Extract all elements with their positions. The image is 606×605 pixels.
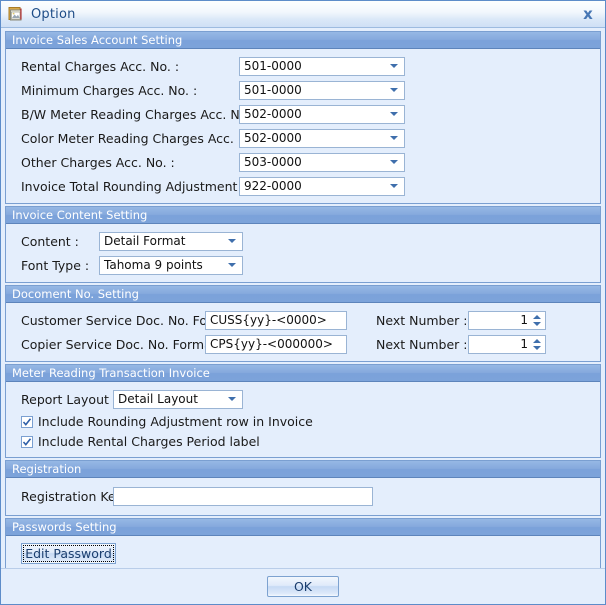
row-copier-service-doc-format: Copier Service Doc. No. Format : CPS{yy}… bbox=[6, 333, 600, 355]
edit-password-button[interactable]: Edit Password bbox=[21, 543, 116, 564]
group-passwords: Passwords Setting Edit Password bbox=[5, 518, 601, 568]
chevron-down-icon bbox=[228, 397, 236, 401]
combo-value-rental-charges-acc: 501-0000 bbox=[244, 59, 302, 73]
label-color-meter-charges-acc: Color Meter Reading Charges Acc. No. : bbox=[21, 130, 267, 146]
group-document-no: Docoment No. Setting Customer Service Do… bbox=[5, 285, 601, 362]
group-header-meter-reading: Meter Reading Transaction Invoice bbox=[6, 365, 600, 382]
stepper-up-icon[interactable] bbox=[533, 314, 541, 319]
dialog-footer: OK bbox=[1, 568, 605, 604]
label-report-layout: Report Layout : bbox=[21, 391, 118, 407]
combo-value-other-charges-acc: 503-0000 bbox=[244, 155, 302, 169]
value-customer-service-doc-format: CUSS{yy}-<0000> bbox=[210, 313, 327, 327]
dialog-content: Invoice Sales Account Setting Rental Cha… bbox=[1, 28, 605, 568]
combo-value-color-meter-charges-acc: 502-0000 bbox=[244, 131, 302, 145]
label-customer-service-doc-format: Customer Service Doc. No. Format : bbox=[21, 312, 245, 328]
group-header-document-no: Docoment No. Setting bbox=[6, 286, 600, 303]
label-copier-service-doc-format: Copier Service Doc. No. Format : bbox=[21, 336, 225, 352]
window-title: Option bbox=[31, 6, 76, 22]
group-header-invoice-sales-account: Invoice Sales Account Setting bbox=[6, 32, 600, 49]
option-document-icon bbox=[7, 6, 24, 23]
row-report-layout: Report Layout : Detail Layout bbox=[6, 388, 600, 410]
chevron-down-icon bbox=[390, 64, 398, 68]
group-body-invoice-sales-account: Rental Charges Acc. No. : 501-0000 Minim… bbox=[6, 49, 600, 203]
row-registration-key: Registration Key : bbox=[6, 485, 600, 507]
combo-value-minimum-charges-acc: 501-0000 bbox=[244, 83, 302, 97]
label-bw-meter-charges-acc: B/W Meter Reading Charges Acc. No. : bbox=[21, 106, 260, 122]
chevron-down-icon bbox=[390, 160, 398, 164]
combo-font-type[interactable]: Tahoma 9 points bbox=[99, 255, 243, 275]
chevron-down-icon bbox=[390, 184, 398, 188]
row-other-charges-acc: Other Charges Acc. No. : 503-0000 bbox=[6, 151, 600, 173]
value-copier-service-doc-format: CPS{yy}-<000000> bbox=[210, 337, 333, 351]
title-bar: Option x bbox=[1, 1, 605, 28]
chevron-down-icon bbox=[228, 239, 236, 243]
label-customer-next-number: Next Number : bbox=[376, 312, 468, 328]
checkbox-include-rounding-adjustment[interactable] bbox=[21, 415, 33, 428]
input-copier-service-doc-format[interactable]: CPS{yy}-<000000> bbox=[205, 334, 347, 354]
label-copier-next-number: Next Number : bbox=[376, 336, 468, 352]
combo-report-layout[interactable]: Detail Layout bbox=[113, 389, 243, 409]
group-body-passwords: Edit Password bbox=[6, 536, 600, 568]
label-font-type: Font Type : bbox=[21, 257, 90, 273]
stepper-up-icon[interactable] bbox=[533, 338, 541, 343]
input-customer-service-doc-format[interactable]: CUSS{yy}-<0000> bbox=[205, 310, 347, 330]
chevron-down-icon bbox=[390, 136, 398, 140]
label-registration-key: Registration Key : bbox=[21, 488, 132, 504]
combo-rental-charges-acc[interactable]: 501-0000 bbox=[239, 56, 405, 76]
combo-invoice-total-rounding-acc[interactable]: 922-0000 bbox=[239, 176, 405, 196]
group-header-invoice-content: Invoice Content Setting bbox=[6, 207, 600, 224]
row-color-meter-charges-acc: Color Meter Reading Charges Acc. No. : 5… bbox=[6, 127, 600, 149]
group-body-meter-reading: Report Layout : Detail Layout Include Ro… bbox=[6, 382, 600, 457]
label-content: Content : bbox=[21, 233, 79, 249]
combo-value-font-type: Tahoma 9 points bbox=[104, 258, 203, 272]
chevron-down-icon bbox=[390, 112, 398, 116]
checkbox-include-rental-period[interactable] bbox=[21, 435, 33, 448]
combo-minimum-charges-acc[interactable]: 501-0000 bbox=[239, 80, 405, 100]
chevron-down-icon bbox=[228, 263, 236, 267]
row-minimum-charges-acc: Minimum Charges Acc. No. : 501-0000 bbox=[6, 79, 600, 101]
checkbox-label-include-rounding-adjustment: Include Rounding Adjustment row in Invoi… bbox=[38, 414, 313, 429]
group-body-registration: Registration Key : bbox=[6, 478, 600, 515]
checkbox-row-include-rounding-adjustment[interactable]: Include Rounding Adjustment row in Invoi… bbox=[6, 412, 600, 431]
stepper-customer-next-number[interactable]: 1 bbox=[468, 310, 546, 330]
value-customer-next-number: 1 bbox=[520, 313, 528, 327]
group-header-passwords: Passwords Setting bbox=[6, 519, 600, 536]
group-body-invoice-content: Content : Detail Format Font Type : Taho… bbox=[6, 224, 600, 282]
combo-value-invoice-total-rounding-acc: 922-0000 bbox=[244, 179, 302, 193]
row-invoice-total-rounding-acc: Invoice Total Rounding Adjustment Acc. N… bbox=[6, 175, 600, 197]
stepper-down-icon[interactable] bbox=[533, 321, 541, 326]
group-header-registration: Registration bbox=[6, 461, 600, 478]
combo-bw-meter-charges-acc[interactable]: 502-0000 bbox=[239, 104, 405, 124]
label-minimum-charges-acc: Minimum Charges Acc. No. : bbox=[21, 82, 198, 98]
checkbox-row-include-rental-period[interactable]: Include Rental Charges Period label bbox=[6, 432, 600, 451]
stepper-copier-next-number[interactable]: 1 bbox=[468, 334, 546, 354]
combo-content-format[interactable]: Detail Format bbox=[99, 231, 243, 251]
group-registration: Registration Registration Key : bbox=[5, 460, 601, 516]
stepper-down-icon[interactable] bbox=[533, 345, 541, 350]
group-invoice-content: Invoice Content Setting Content : Detail… bbox=[5, 206, 601, 283]
group-body-document-no: Customer Service Doc. No. Format : CUSS{… bbox=[6, 303, 600, 361]
group-invoice-sales-account: Invoice Sales Account Setting Rental Cha… bbox=[5, 31, 601, 204]
row-content-format: Content : Detail Format bbox=[6, 230, 600, 252]
row-bw-meter-charges-acc: B/W Meter Reading Charges Acc. No. : 502… bbox=[6, 103, 600, 125]
option-dialog-window: Option x Invoice Sales Account Setting R… bbox=[0, 0, 606, 605]
row-customer-service-doc-format: Customer Service Doc. No. Format : CUSS{… bbox=[6, 309, 600, 331]
input-registration-key[interactable] bbox=[113, 486, 373, 506]
label-invoice-total-rounding-acc: Invoice Total Rounding Adjustment Acc. N… bbox=[21, 178, 293, 194]
ok-button[interactable]: OK bbox=[267, 576, 339, 597]
value-copier-next-number: 1 bbox=[520, 337, 528, 351]
combo-color-meter-charges-acc[interactable]: 502-0000 bbox=[239, 128, 405, 148]
checkbox-label-include-rental-period: Include Rental Charges Period label bbox=[38, 434, 260, 449]
combo-value-bw-meter-charges-acc: 502-0000 bbox=[244, 107, 302, 121]
close-icon[interactable]: x bbox=[577, 4, 599, 24]
chevron-down-icon bbox=[390, 88, 398, 92]
combo-other-charges-acc[interactable]: 503-0000 bbox=[239, 152, 405, 172]
label-other-charges-acc: Other Charges Acc. No. : bbox=[21, 154, 175, 170]
label-rental-charges-acc: Rental Charges Acc. No. : bbox=[21, 58, 180, 74]
group-meter-reading: Meter Reading Transaction Invoice Report… bbox=[5, 364, 601, 458]
combo-value-content-format: Detail Format bbox=[104, 234, 186, 248]
row-font-type: Font Type : Tahoma 9 points bbox=[6, 254, 600, 276]
row-rental-charges-acc: Rental Charges Acc. No. : 501-0000 bbox=[6, 55, 600, 77]
combo-value-report-layout: Detail Layout bbox=[118, 392, 198, 406]
